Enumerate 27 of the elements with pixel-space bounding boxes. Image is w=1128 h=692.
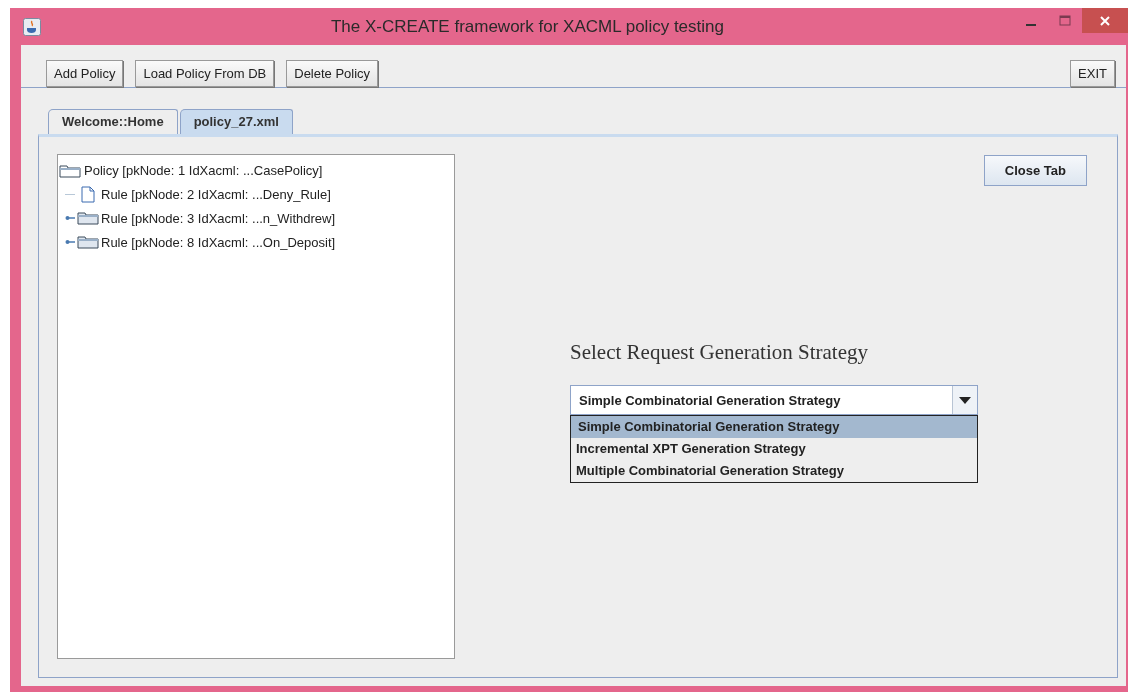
toolbar-button[interactable]: Add Policy [46,60,124,87]
minimize-icon [1026,23,1036,26]
exit-button[interactable]: EXIT [1070,60,1115,87]
tree-node[interactable]: Rule [pkNode: 3 IdXacml: ...n_Withdrew] [101,210,336,226]
expand-handle-icon[interactable] [65,214,75,222]
folder-icon [77,235,99,249]
tree-node[interactable]: Rule [pkNode: 2 IdXacml: ...Deny_Rule] [101,186,331,202]
tab[interactable]: Welcome::Home [48,109,178,134]
cup-icon [23,17,41,36]
toolbar-button[interactable]: Delete Policy [286,60,379,87]
tab[interactable]: policy_27.xml [179,109,293,134]
close-button[interactable] [1082,8,1128,33]
toolbar-button[interactable]: Load Policy From DB [135,60,275,87]
dropdown-option[interactable]: Multiple Combinatorial Generation Strategy [571,460,977,482]
dropdown-option[interactable]: Incremental XPT Generation Strategy [571,438,977,460]
maximize-icon [1059,14,1071,27]
expand-handle-icon[interactable] [65,238,75,246]
dropdown-arrow-icon [959,396,971,404]
strategy-heading: Select Request Generation Strategy [570,340,869,365]
strategy-dropdown[interactable]: Simple Combinatorial Generation Strategy [570,385,978,415]
close-tab-button[interactable]: Close Tab [983,155,1087,186]
tree-node[interactable]: Policy [pkNode: 1 IdXacml: ...CasePolicy] [84,163,323,178]
dropdown-option[interactable]: Simple Combinatorial Generation Strategy [571,416,977,438]
folder-icon [77,211,99,225]
tree-node[interactable]: Rule [pkNode: 8 IdXacml: ...On_Deposit] [101,234,336,250]
close-icon [1099,14,1111,27]
window-title: The X-CREATE framework for XACML policy testing [330,16,725,37]
